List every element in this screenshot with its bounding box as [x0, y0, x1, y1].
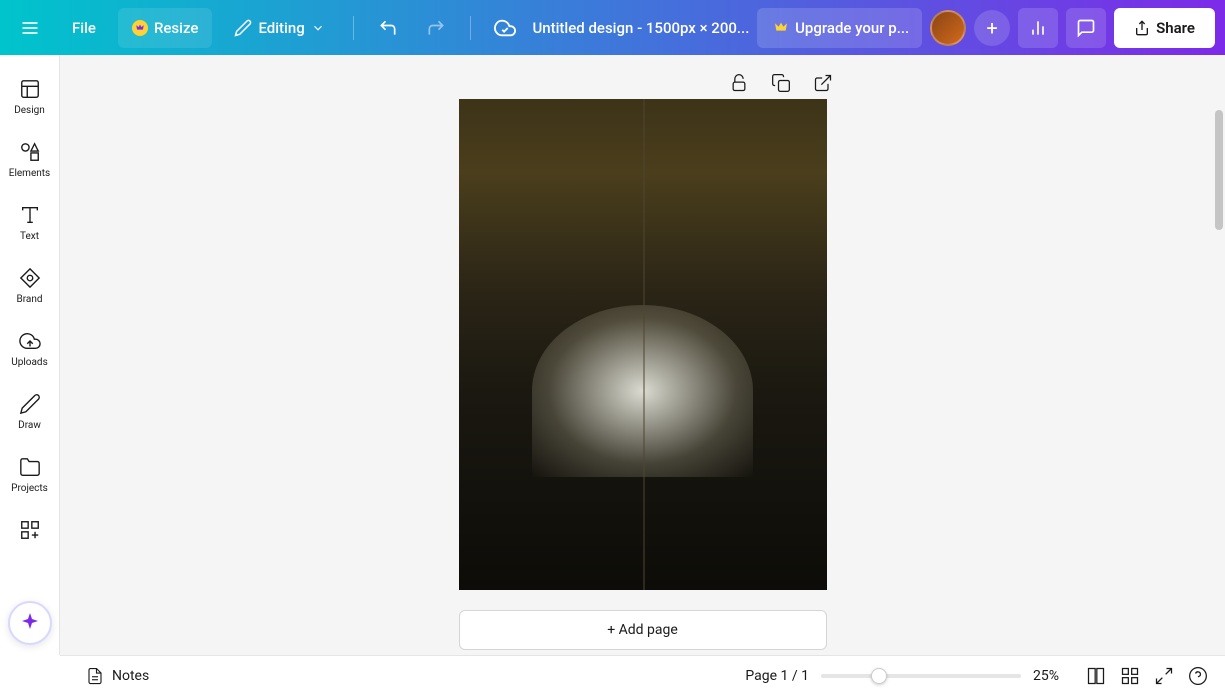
lock-button[interactable] [729, 73, 751, 95]
canvas-image-content [459, 99, 827, 590]
apps-icon [18, 518, 42, 542]
divider [470, 16, 471, 40]
sidebar-item-label: Text [20, 231, 39, 242]
upgrade-label: Upgrade your p... [795, 19, 909, 37]
undo-button[interactable] [368, 8, 408, 48]
grid-view-button[interactable] [1119, 665, 1141, 687]
chevron-down-icon [311, 21, 325, 35]
comment-button[interactable] [1066, 8, 1106, 48]
undo-icon [378, 18, 398, 38]
canvas-page[interactable] [459, 99, 827, 590]
notes-icon [86, 667, 104, 685]
file-button[interactable]: File [58, 8, 110, 48]
avatar[interactable] [930, 10, 966, 46]
sidebar-item-apps[interactable] [0, 506, 59, 554]
editing-label: Editing [258, 19, 304, 37]
page-indicator[interactable]: Page 1 / 1 [745, 668, 809, 684]
sidebar-item-elements[interactable]: Elements [0, 128, 59, 191]
brand-icon [18, 266, 42, 290]
main-area: Design Elements Text Brand Uploads [0, 55, 1225, 655]
redo-icon [426, 18, 446, 38]
help-button[interactable] [1187, 665, 1209, 687]
document-title[interactable]: Untitled design - 1500px × 200... [533, 19, 749, 37]
pages-view-button[interactable] [1085, 665, 1107, 687]
top-bar-right: Upgrade your p... + Share [757, 8, 1215, 48]
add-page-button[interactable]: + Add page [459, 610, 827, 650]
sidebar-item-label: Projects [11, 483, 48, 494]
cloud-sync-button[interactable] [485, 8, 525, 48]
sidebar-item-label: Design [14, 105, 45, 116]
menu-button[interactable] [10, 8, 50, 48]
pencil-icon [234, 19, 252, 37]
notes-button[interactable]: Notes [76, 661, 159, 691]
sidebar-item-uploads[interactable]: Uploads [0, 317, 59, 380]
sidebar-item-label: Uploads [11, 357, 47, 368]
sidebar-item-projects[interactable]: Projects [0, 443, 59, 506]
chart-icon [1028, 18, 1048, 38]
sidebar-item-draw[interactable]: Draw [0, 380, 59, 443]
shapes-icon [18, 140, 42, 164]
editing-button[interactable]: Editing [220, 8, 338, 48]
sparkle-icon [18, 611, 42, 635]
sidebar-item-brand[interactable]: Brand [0, 254, 59, 317]
duplicate-button[interactable] [771, 73, 793, 95]
zoom-slider[interactable] [821, 674, 1021, 678]
resize-button[interactable]: Resize [118, 8, 212, 48]
layout-icon [18, 77, 42, 101]
canvas-toolbar [729, 73, 835, 95]
analytics-button[interactable] [1018, 8, 1058, 48]
divider [353, 16, 354, 40]
notes-label: Notes [112, 668, 149, 684]
external-link-button[interactable] [813, 73, 835, 95]
sidebar-item-design[interactable]: Design [0, 65, 59, 128]
add-collaborator-button[interactable]: + [974, 10, 1010, 46]
redo-button[interactable] [416, 8, 456, 48]
file-label: File [72, 19, 96, 37]
plus-icon: + [986, 16, 997, 40]
bottom-bar: Notes Page 1 / 1 25% [60, 655, 1225, 695]
top-bar-left: File Resize Editing [10, 8, 525, 48]
fullscreen-button[interactable] [1153, 665, 1175, 687]
vertical-scrollbar[interactable] [1215, 110, 1223, 230]
share-button[interactable]: Share [1114, 8, 1215, 48]
share-icon [1134, 20, 1150, 36]
hamburger-icon [20, 18, 40, 38]
crown-icon [132, 20, 148, 36]
sidebar-item-label: Elements [9, 168, 50, 179]
top-bar: File Resize Editing [0, 0, 1225, 55]
sidebar-item-text[interactable]: Text [0, 191, 59, 254]
sidebar: Design Elements Text Brand Uploads [0, 55, 60, 655]
folder-icon [18, 455, 42, 479]
cloud-upload-icon [18, 329, 42, 353]
comment-icon [1076, 18, 1096, 38]
text-icon [18, 203, 42, 227]
canvas-area[interactable]: + Add page [60, 55, 1225, 655]
zoom-thumb[interactable] [871, 668, 887, 684]
crown-icon [773, 20, 789, 36]
zoom-value[interactable]: 25% [1033, 668, 1073, 684]
pencil-icon [18, 392, 42, 416]
sidebar-item-label: Brand [16, 294, 42, 305]
upgrade-button[interactable]: Upgrade your p... [757, 8, 922, 48]
cloud-check-icon [494, 17, 516, 39]
resize-label: Resize [154, 19, 198, 37]
sidebar-item-label: Draw [18, 420, 41, 431]
share-label: Share [1156, 19, 1195, 37]
ai-assistant-button[interactable] [8, 601, 52, 645]
